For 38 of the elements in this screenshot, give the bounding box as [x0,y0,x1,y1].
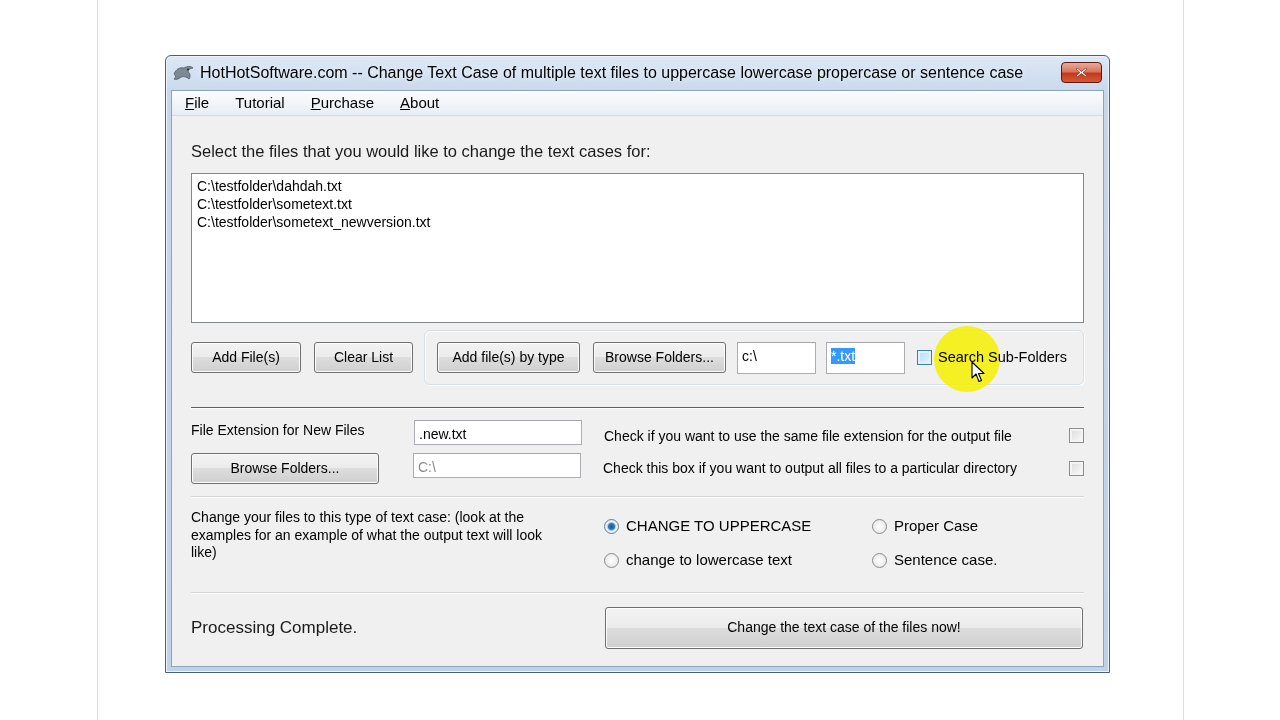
checkbox-label[interactable]: Check this box if you want to output all files to a particular directory [603,458,1017,479]
app-icon [173,64,194,82]
close-icon [1075,66,1088,78]
radio-label[interactable]: Proper Case [894,514,979,538]
menu-item[interactable]: Tutorial [222,92,298,114]
extension-label: File Extension for New Files [191,421,366,440]
radio-button[interactable] [604,552,619,568]
add-by-type-button[interactable]: Add file(s) by type [437,342,580,373]
radio-label[interactable]: CHANGE TO UPPERCASE [626,514,812,538]
file-list[interactable]: C:\testfolder\dahdah.txt C:\testfolder\sometext.txt C:\testfolder\sometext_newversion.txt [191,173,1084,323]
close-button[interactable] [1061,61,1102,83]
folder-path-field[interactable]: c:\ [737,341,816,374]
mouse-pointer-icon [971,361,985,383]
clear-list-button[interactable]: Clear List [314,342,413,373]
radio-label[interactable]: change to lowercase text [626,548,792,572]
menu-item[interactable]: Purchase [297,92,388,114]
radio-button[interactable] [604,518,619,534]
checkbox-label[interactable]: Check if you want to use the same file extension for the output file [604,425,1012,447]
file-list-label: Select the files that you would like to change the text cases for: [191,141,652,161]
window-title: HotHotSoftware.com -- Change Text Case of multiple text files to uppercase lowercase propercase or sentence case [200,63,1024,83]
case-description: Change your files to this type of text case: (look at the examples for an example of what the output text will look like) [191,509,543,562]
checkbox[interactable] [1069,427,1084,443]
menu-item[interactable]: File [172,92,223,114]
radio-label[interactable]: Sentence case. [894,548,998,572]
menu-item[interactable]: About [387,92,453,114]
file-list-item[interactable]: C:\testfolder\sometext.txt [197,195,352,213]
extension-field[interactable]: .new.txt [414,419,582,445]
change-case-button[interactable]: Change the text case of the files now! [605,606,1083,649]
checkbox[interactable] [917,350,932,365]
radio-button[interactable] [872,552,887,568]
checkbox[interactable] [1069,461,1084,476]
radio-button[interactable] [872,518,887,534]
browse-folders-button[interactable]: Browse Folders... [593,342,726,373]
file-list-item[interactable]: C:\testfolder\sometext_newversion.txt [197,213,431,231]
status-text: Processing Complete. [191,616,359,639]
add-files-button[interactable]: Add File(s) [191,342,301,373]
file-list-item[interactable]: C:\testfolder\dahdah.txt [197,177,342,195]
browse-folders-button[interactable]: Browse Folders... [191,453,379,484]
